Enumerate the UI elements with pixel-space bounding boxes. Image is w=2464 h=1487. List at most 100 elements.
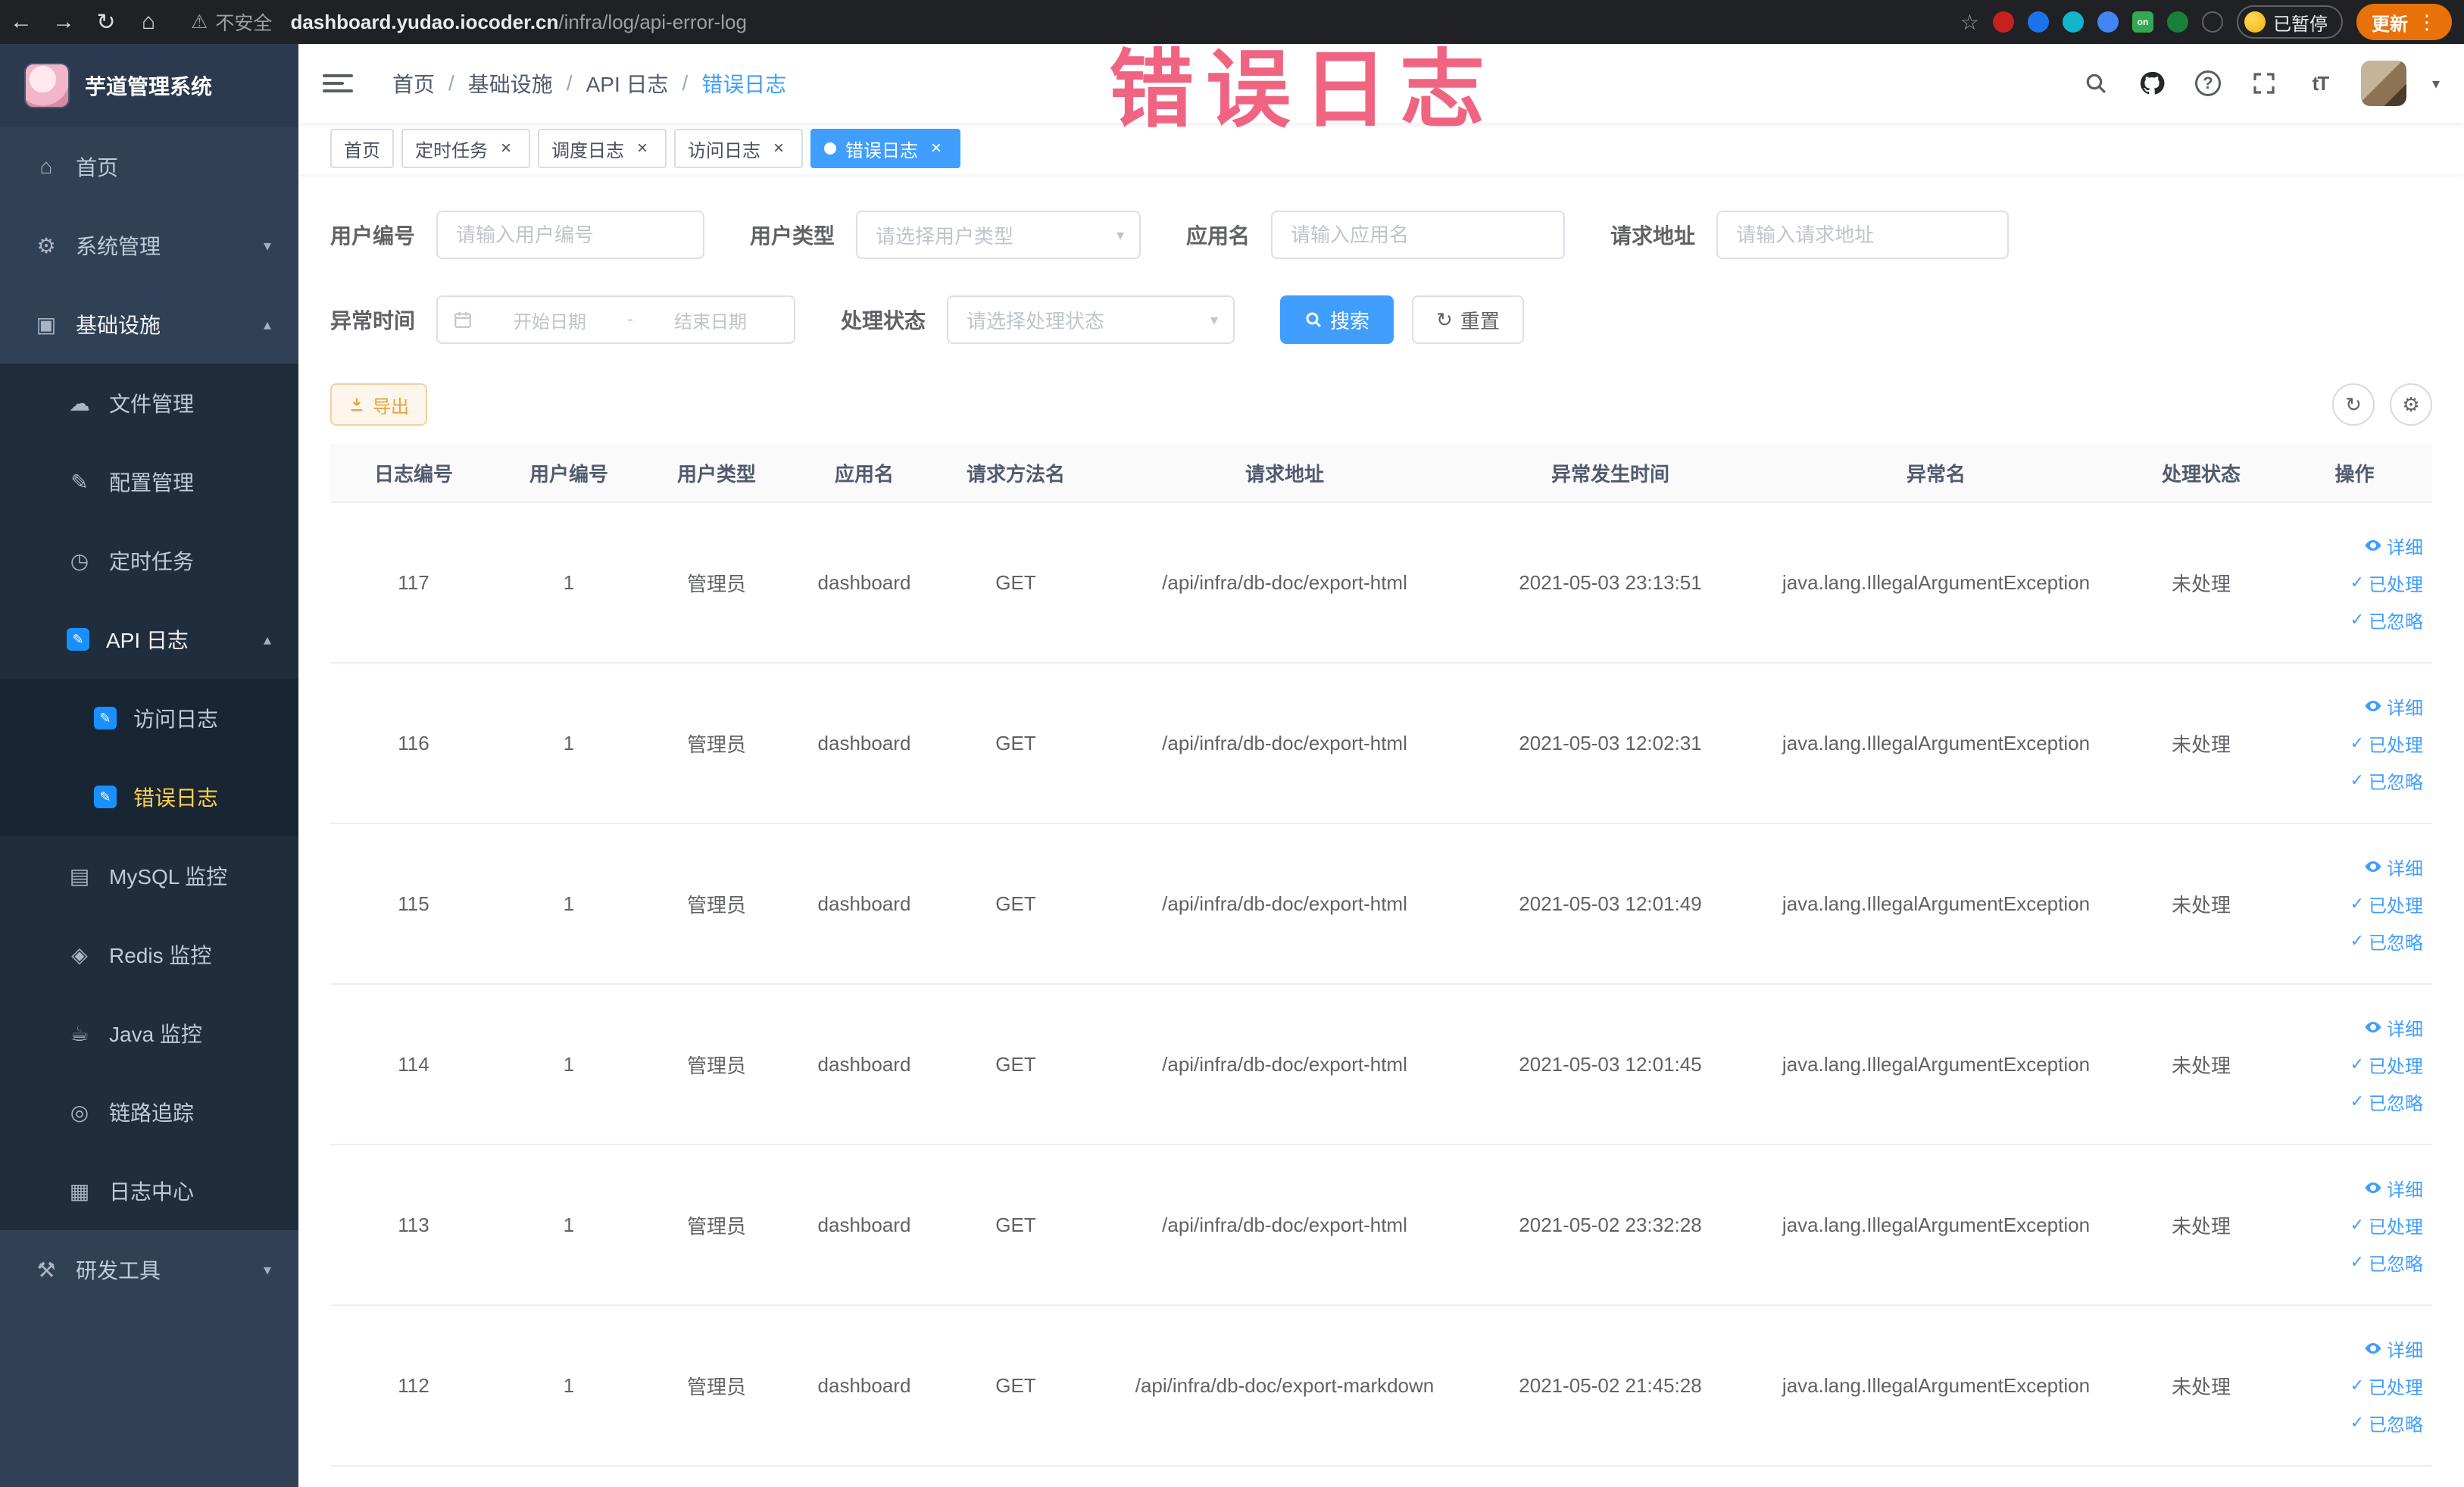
sidebar-item-redis-monitor[interactable]: ◈ Redis 监控 [0,915,298,994]
ignored-link[interactable]: ✓ 已忽略 [2350,1089,2423,1115]
ignored-link[interactable]: ✓ 已忽略 [2350,607,2423,633]
security-chip[interactable]: ⚠ 不安全 [191,8,272,36]
detail-link[interactable]: 详细 [2364,693,2423,720]
sidebar-item-access-log[interactable]: ✎ 访问日志 [0,679,298,758]
detail-link[interactable]: 详细 [2364,1175,2423,1201]
search-button[interactable]: 搜索 [1280,295,1394,344]
browser-menu-icon[interactable]: ⋮ [2417,11,2437,34]
sidebar-item-infrastructure[interactable]: ▣ 基础设施 ▴ [0,285,298,364]
detail-link[interactable]: 详细 [2364,1014,2423,1041]
app-logo[interactable]: 芋道管理系统 [0,44,298,127]
sidebar-item-log-center[interactable]: ▦ 日志中心 [0,1151,298,1230]
column-header: 请求地址 [1244,462,1324,486]
tab-error-log[interactable]: 错误日志 × [810,129,960,168]
sidebar-item-link-tracing[interactable]: ◎ 链路追踪 [0,1073,298,1151]
extension-icon-1[interactable] [1993,11,2014,33]
extension-on-icon[interactable]: on [2132,11,2153,33]
sidebar-item-label: 文件管理 [109,392,195,416]
browser-toolbar: ← → ↻ ⌂ ⚠ 不安全 dashboard.yudao.iocoder.cn… [0,0,2464,44]
app-name-input[interactable] [1271,211,1566,259]
sidebar-item-system-management[interactable]: ⚙ 系统管理 ▾ [0,206,298,285]
sidebar-toggle-icon[interactable] [323,74,353,92]
extension-icon-3[interactable] [2063,11,2084,33]
request-url-input[interactable] [1716,211,2010,259]
status-select[interactable]: 请选择处理状态 ▾ [947,295,1235,344]
tab-home[interactable]: 首页 [330,129,394,168]
sidebar-item-mysql-monitor[interactable]: ▤ MySQL 监控 [0,836,298,915]
user-avatar[interactable] [2360,61,2406,106]
processed-link[interactable]: ✓ 已处理 [2350,570,2423,596]
filter-app-name: 应用名 [1186,211,1566,259]
avatar-caret-icon[interactable]: ▾ [2432,74,2440,93]
tags-view: 首页 定时任务 × 调度日志 × 访问日志 × 错误日志 × [298,123,2464,174]
github-icon[interactable] [2137,68,2167,98]
sidebar-item-api-logs[interactable]: ✎ API 日志 ▴ [0,600,298,679]
tab-access-log[interactable]: 访问日志 × [674,129,803,168]
reset-button[interactable]: ↻ 重置 [1412,295,1524,344]
extension-icon-5[interactable] [2167,11,2188,33]
processed-link[interactable]: ✓ 已处理 [2350,1212,2423,1239]
sidebar-item-error-log[interactable]: ✎ 错误日志 [0,758,298,836]
sidebar-item-java-monitor[interactable]: ☕ Java 监控 [0,994,298,1073]
sidebar-item-file-management[interactable]: ☁ 文件管理 [0,364,298,442]
search-icon[interactable] [2081,68,2111,98]
update-label: 更新 [2372,14,2408,35]
export-button[interactable]: 导出 [330,383,427,426]
fullscreen-icon[interactable] [2249,68,2279,98]
close-icon[interactable]: × [495,138,517,159]
breadcrumb-home[interactable]: 首页 [392,68,435,98]
user-id-input[interactable] [436,211,705,259]
tab-scheduled-jobs[interactable]: 定时任务 × [401,129,530,168]
update-button[interactable]: 更新 ⋮ [2356,4,2452,40]
extension-icon-4[interactable] [2097,11,2119,33]
security-label: 不安全 [215,13,273,34]
breadcrumb-infrastructure[interactable]: 基础设施 [468,68,553,98]
cell-actions: 详细 ✓ 已处理 ✓ 已忽略 [2277,985,2432,1144]
close-icon[interactable]: × [768,138,789,159]
chrome-right-cluster: ☆ on 已暂停 更新 ⋮ [1960,4,2464,40]
column-settings-button[interactable]: ⚙ [2390,383,2432,426]
sidebar-item-config-management[interactable]: ✎ 配置管理 [0,442,298,521]
close-icon[interactable]: × [926,138,947,159]
extension-icon-2[interactable] [2028,11,2049,33]
back-icon[interactable]: ← [0,9,42,35]
help-icon[interactable]: ? [2193,68,2223,98]
sidebar-item-scheduled-jobs[interactable]: ◷ 定时任务 [0,521,298,600]
sidebar-item-home[interactable]: ⌂ 首页 [0,127,298,206]
cell-app-name: dashboard [817,892,911,915]
eye-icon [2365,861,2381,872]
ignored-link[interactable]: ✓ 已忽略 [2350,1249,2423,1276]
detail-link[interactable]: 详细 [2364,854,2423,880]
filter-request-url: 请求地址 [1610,211,2010,259]
forward-icon[interactable]: → [42,9,85,35]
processed-link[interactable]: ✓ 已处理 [2350,1051,2423,1078]
refresh-button[interactable]: ↻ [2332,383,2375,426]
extension-icon-6[interactable] [2202,11,2223,33]
check-icon: ✓ [2350,733,2364,752]
ignored-link[interactable]: ✓ 已忽略 [2350,1410,2423,1436]
detail-link[interactable]: 详细 [2364,533,2423,559]
home-nav-icon[interactable]: ⌂ [127,9,170,35]
processed-link[interactable]: ✓ 已处理 [2350,730,2423,757]
reload-icon[interactable]: ↻ [85,9,127,36]
filter-user-id: 用户编号 [330,211,705,259]
paused-badge[interactable]: 已暂停 [2237,5,2343,39]
close-icon[interactable]: × [632,138,653,159]
ignored-link[interactable]: ✓ 已忽略 [2350,767,2423,794]
sidebar-item-label: 首页 [76,156,119,180]
processed-link[interactable]: ✓ 已处理 [2350,891,2423,917]
tab-dispatch-log[interactable]: 调度日志 × [538,129,667,168]
java-icon: ☕ [70,1021,89,1045]
font-size-icon[interactable]: tT [2305,68,2335,98]
breadcrumb-api-logs[interactable]: API 日志 [586,68,669,98]
sidebar-item-dev-tools[interactable]: ⚒ 研发工具 ▾ [0,1230,298,1309]
ignored-link[interactable]: ✓ 已忽略 [2350,928,2423,954]
bookmark-star-icon[interactable]: ☆ [1960,10,1979,35]
user-type-select[interactable]: 请选择用户类型 ▾ [856,211,1141,259]
address-bar[interactable]: dashboard.yudao.iocoder.cn/infra/log/api… [290,11,747,34]
sidebar-item-label: 链路追踪 [109,1101,195,1125]
processed-link[interactable]: ✓ 已处理 [2350,1373,2423,1399]
date-range-picker[interactable]: 开始日期 - 结束日期 [436,295,796,344]
gear-icon: ⚙ [36,233,56,258]
detail-link[interactable]: 详细 [2364,1335,2423,1362]
